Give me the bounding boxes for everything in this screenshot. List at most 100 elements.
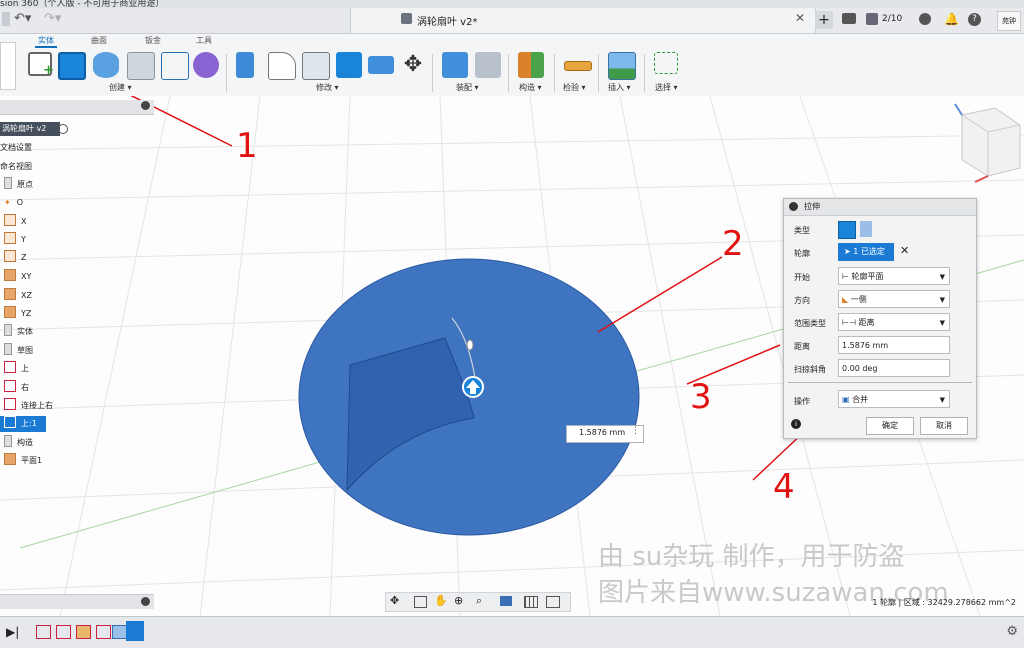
app-menu-button[interactable] (2, 12, 10, 26)
insert-group-label[interactable]: 插入 ▾ (608, 82, 631, 93)
select-icon[interactable] (654, 52, 678, 74)
user-avatar[interactable]: 苑钟 (997, 11, 1021, 31)
browser-item[interactable]: 构造 (0, 435, 60, 451)
pattern-icon[interactable] (161, 52, 189, 80)
pan-icon[interactable]: ✋ (434, 594, 448, 607)
combine-icon[interactable] (336, 52, 362, 78)
collapse-dialog-icon[interactable] (789, 202, 798, 211)
timeline-sketch-icon[interactable] (96, 625, 111, 639)
create-sketch-icon[interactable]: + (28, 52, 54, 78)
notification-bell-icon[interactable]: 🔔 (944, 12, 959, 26)
timeline-sketch-icon[interactable] (76, 625, 91, 639)
active-component-icon[interactable] (58, 124, 68, 134)
timeline-settings-gear-icon[interactable]: ⚙ (1006, 624, 1018, 639)
extrude-icon[interactable] (58, 52, 86, 80)
play-to-end-icon[interactable]: ▶| (6, 625, 19, 639)
profile-selection-button[interactable]: ➤ 1 已选定 (838, 243, 894, 261)
more-options-icon[interactable]: ⋮ (631, 426, 640, 436)
shell-icon[interactable] (302, 52, 330, 80)
browser-item[interactable]: 原点 (0, 177, 60, 193)
display-settings-icon[interactable] (500, 596, 512, 606)
document-tab[interactable]: 涡轮扇叶 v2* ✕ (350, 8, 816, 33)
browser-item[interactable]: 文档设置 (0, 140, 60, 156)
direction-select[interactable]: ◣ 一侧 ▼ (838, 290, 950, 308)
fit-icon[interactable]: ⌕ (476, 594, 482, 608)
construct-group-label[interactable]: 构造 ▾ (519, 82, 542, 93)
timeline-sketch-icon[interactable] (36, 625, 51, 639)
press-pull-icon[interactable] (236, 52, 254, 78)
browser-item-selected[interactable]: 上:1 (0, 416, 46, 432)
tab-sheet-metal[interactable]: 钣金 (145, 35, 161, 46)
tab-surface[interactable]: 曲面 (91, 35, 107, 46)
joint-icon[interactable] (475, 52, 501, 78)
jobs-icon[interactable] (866, 13, 878, 25)
expand-comments-icon[interactable] (141, 597, 150, 606)
browser-item[interactable]: 右 (0, 380, 60, 396)
timeline-current-feature-icon[interactable] (126, 621, 144, 641)
revolve-icon[interactable] (93, 52, 119, 78)
orbit-icon[interactable]: ✥ (390, 594, 399, 607)
browser-root[interactable]: 涡轮扇叶 v2 (0, 122, 60, 136)
timeline-sketch-icon[interactable] (56, 625, 71, 639)
workspace-switcher[interactable] (0, 42, 16, 90)
grid-settings-icon[interactable] (524, 596, 538, 608)
close-tab-icon[interactable]: ✕ (795, 11, 805, 25)
clear-selection-icon[interactable]: ✕ (900, 244, 909, 257)
browser-item[interactable]: Z (0, 250, 60, 266)
browser-item[interactable]: 连接上右 (0, 398, 60, 414)
distance-input[interactable]: 1.5876 mm (838, 336, 950, 354)
ok-button[interactable]: 确定 (866, 417, 914, 435)
browser-item[interactable]: X (0, 214, 60, 230)
chat-icon[interactable] (842, 13, 856, 24)
viewports-icon[interactable] (546, 596, 560, 608)
dialog-header[interactable]: 拉伸 (784, 199, 976, 216)
undo-icon[interactable]: ↶▾ (14, 11, 31, 26)
type-thin-icon[interactable] (860, 221, 872, 237)
browser-item[interactable]: 平面1 (0, 453, 60, 469)
select-group-label[interactable]: 选择 ▾ (655, 82, 678, 93)
offset-plane-icon[interactable] (518, 52, 544, 78)
browser-item[interactable]: XY (0, 269, 60, 285)
new-tab-button[interactable]: + (815, 11, 833, 29)
browser-item[interactable]: 命名视图 (0, 159, 60, 175)
jobs-count[interactable]: 2/10 (882, 14, 902, 24)
comments-panel-header[interactable] (0, 594, 154, 609)
create-form-icon[interactable] (193, 52, 219, 78)
info-icon[interactable]: i (791, 419, 801, 429)
tab-solid[interactable]: 实体 (35, 35, 57, 48)
offset-face-icon[interactable] (368, 56, 394, 74)
taper-angle-input[interactable]: 0.00 deg (838, 359, 950, 377)
browser-item[interactable]: XZ (0, 288, 60, 304)
modify-group-label[interactable]: 修改 ▾ (316, 82, 339, 93)
collapse-browser-icon[interactable] (141, 101, 150, 110)
insert-image-icon[interactable] (608, 52, 636, 80)
browser-item[interactable]: 上 (0, 361, 60, 377)
toolbar-divider (226, 54, 227, 92)
cancel-button[interactable]: 取消 (920, 417, 968, 435)
extent-type-select[interactable]: ⊢⊣ 距离 ▼ (838, 313, 950, 331)
tab-tools[interactable]: 工具 (196, 35, 212, 46)
help-icon[interactable]: ? (968, 13, 981, 26)
timeline-extrude-icon[interactable] (112, 625, 127, 639)
browser-item[interactable]: ✦ O (0, 195, 60, 211)
fillet-icon[interactable] (268, 52, 296, 80)
redo-icon[interactable]: ↷▾ (44, 11, 61, 26)
browser-item[interactable]: 实体 (0, 324, 60, 340)
browser-item[interactable]: YZ (0, 306, 60, 322)
assemble-group-label[interactable]: 装配 ▾ (456, 82, 479, 93)
browser-item[interactable]: 草图 (0, 343, 60, 359)
zoom-icon[interactable]: ⊕ (454, 594, 463, 607)
new-component-icon[interactable] (442, 52, 468, 78)
clock-icon[interactable] (919, 13, 931, 25)
start-select[interactable]: ⊢ 轮廓平面 ▼ (838, 267, 950, 285)
inspect-group-label[interactable]: 检验 ▾ (563, 82, 586, 93)
operation-select[interactable]: ▣ 合并 ▼ (838, 390, 950, 408)
move-icon[interactable]: ✥ (400, 52, 426, 78)
create-group-label[interactable]: 创建 ▾ (109, 82, 132, 93)
sweep-icon[interactable] (127, 52, 155, 80)
measure-icon[interactable] (564, 61, 592, 71)
canvas-distance-input[interactable]: 1.5876 mm ⋮ (566, 425, 644, 443)
type-solid-icon[interactable] (838, 221, 856, 239)
browser-item[interactable]: Y (0, 232, 60, 248)
look-at-icon[interactable] (414, 596, 427, 608)
